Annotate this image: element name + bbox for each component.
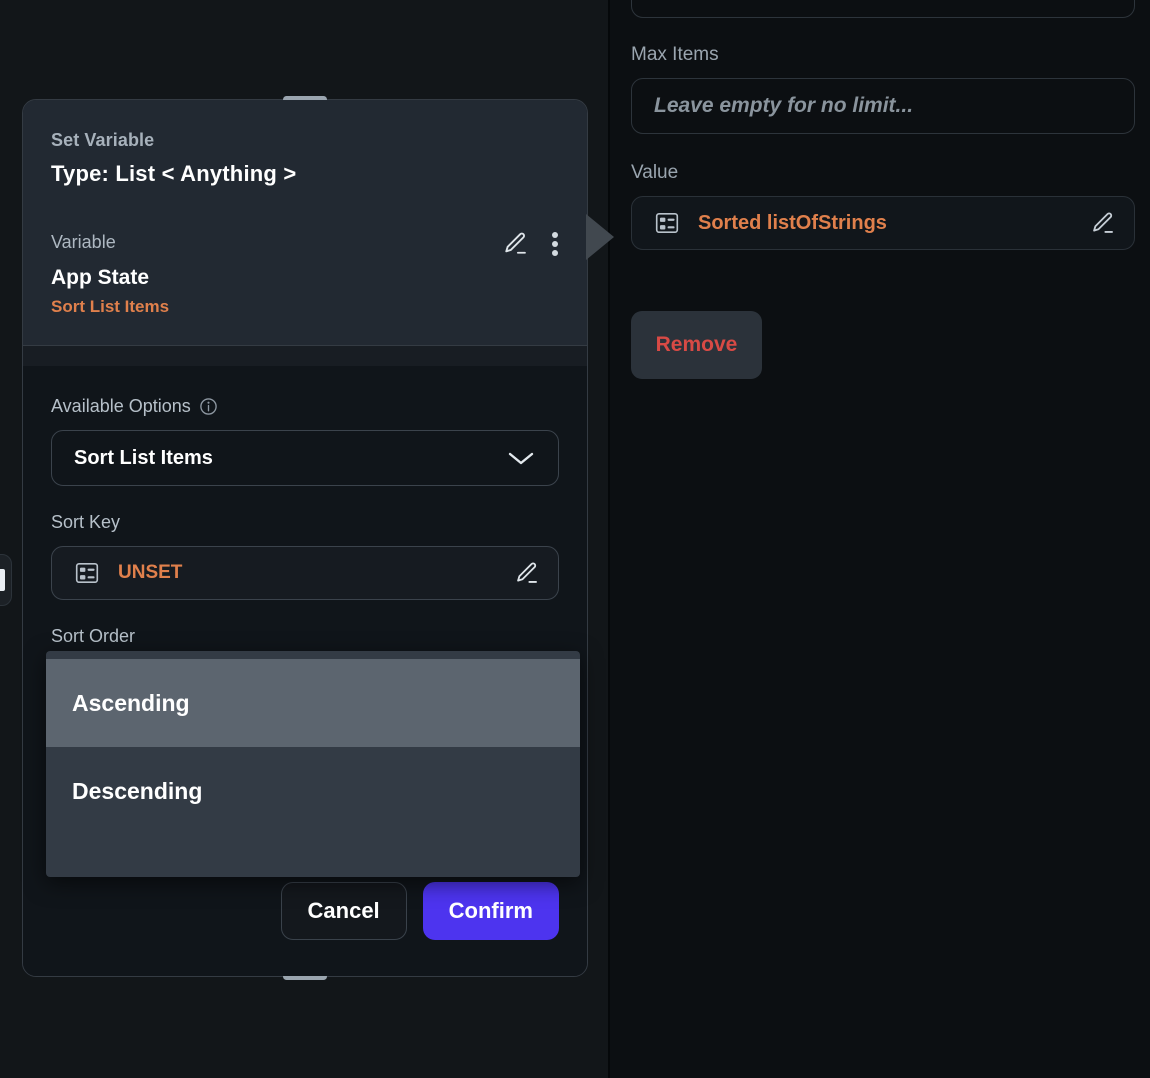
properties-panel: Max Items Leave empty for no limit... Va… [610,0,1150,1078]
variable-label: Variable [51,232,116,252]
partially-visible-field-above[interactable] [631,0,1135,18]
offscreen-node-peek[interactable] [0,554,12,606]
variable-section-row: Variable [51,232,559,258]
sort-key-label-row: Sort Key [51,512,559,533]
max-items-label: Max Items [631,44,719,65]
max-items-field-group: Max Items Leave empty for no limit... [631,44,1135,134]
sort-order-label: Sort Order [51,626,136,646]
remove-button[interactable]: Remove [631,311,762,379]
info-circle-icon[interactable] [199,397,218,416]
available-options-label-row: Available Options [51,396,559,417]
node-action-row: Cancel Confirm [23,882,587,940]
value-binding-field[interactable]: Sorted listOfStrings [631,196,1135,250]
sort-key-label: Sort Key [51,512,121,532]
app-root: Set Variable Type: List < Anything > Var… [0,0,1150,1078]
pencil-icon[interactable] [501,230,529,258]
sort-key-binding-field[interactable]: UNSET [51,546,559,600]
dropdown-option-descending[interactable]: Descending [46,747,580,835]
confirm-button[interactable]: Confirm [422,882,559,940]
pencil-icon[interactable] [513,560,540,587]
chevron-down-icon[interactable] [506,449,536,467]
sort-order-label-row: Sort Order [51,626,559,647]
node-output-connector-arrow[interactable] [586,214,614,260]
variable-section-icons [501,230,559,258]
field-spacer [51,486,559,512]
node-subtitle: Set Variable [51,130,155,150]
available-options-select[interactable]: Sort List Items [51,430,559,486]
value-binding-text: Sorted listOfStrings [698,211,887,234]
value-field-group: Value Sorted listOfStrings [631,162,1135,250]
list-binding-icon [74,560,100,586]
field-spacer-2 [51,600,559,626]
max-items-placeholder: Leave empty for no limit... [654,94,914,117]
available-options-label: Available Options [51,396,191,416]
sort-key-value: UNSET [118,562,183,583]
peek-node-icon [0,569,5,591]
available-options-value: Sort List Items [74,446,213,469]
pencil-icon[interactable] [1089,210,1116,237]
max-items-input[interactable]: Leave empty for no limit... [631,78,1135,134]
value-label: Value [631,162,679,183]
variable-section: Variable App State Sort List Items [23,206,587,346]
variable-name: App State [51,266,150,289]
cancel-button[interactable]: Cancel [280,882,407,940]
list-binding-icon [654,210,680,236]
flow-canvas[interactable]: Set Variable Type: List < Anything > Var… [0,0,610,1078]
variable-tag[interactable]: Sort List Items [51,297,559,317]
more-vertical-icon[interactable] [551,230,559,258]
node-header: Set Variable Type: List < Anything > [23,100,587,212]
node-title: Type: List < Anything > [51,161,297,186]
dropdown-option-ascending[interactable]: Ascending [46,659,580,747]
sort-order-dropdown-menu[interactable]: Ascending Descending [46,651,580,877]
